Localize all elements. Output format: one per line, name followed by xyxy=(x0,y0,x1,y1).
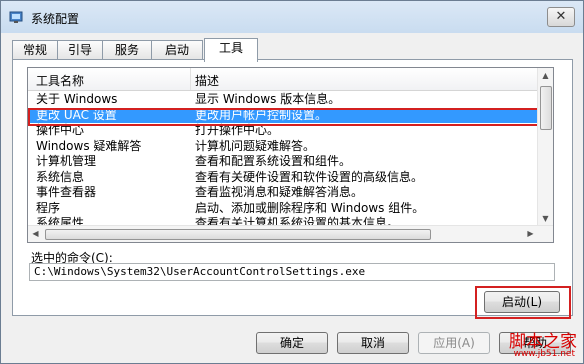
tool-name: 程序 xyxy=(36,200,61,215)
close-button[interactable]: ✕ xyxy=(547,7,575,27)
vertical-scroll-thumb[interactable] xyxy=(540,86,552,130)
vertical-scrollbar[interactable]: ▲ ▼ xyxy=(537,68,553,226)
list-row[interactable]: 事件查看器 查看监视消息和疑难解答消息。 xyxy=(28,185,540,201)
tool-description: 打开操作中心。 xyxy=(195,123,280,137)
list-row-selected[interactable]: 更改 UAC 设置 更改用户帐户控制设置。 xyxy=(28,107,540,123)
tool-description: 更改用户帐户控制设置。 xyxy=(195,107,328,122)
apply-button[interactable]: 应用(A) xyxy=(418,332,490,354)
tool-description: 显示 Windows 版本信息。 xyxy=(195,92,341,106)
tab-services[interactable]: 服务 xyxy=(102,40,152,60)
horizontal-scrollbar[interactable]: ◀ ▶ xyxy=(28,225,553,242)
window-title: 系统配置 xyxy=(31,12,80,26)
ok-button[interactable]: 确定 xyxy=(256,332,328,354)
list-row[interactable]: 关于 Windows 显示 Windows 版本信息。 xyxy=(28,92,540,108)
tools-list[interactable]: 工具名称 描述 关于 Windows 显示 Windows 版本信息。 更改 UA… xyxy=(27,67,554,243)
launch-button[interactable]: 启动(L) xyxy=(484,291,560,313)
tab-tools[interactable]: 工具 xyxy=(204,38,258,62)
tab-startup[interactable]: 启动 xyxy=(151,40,203,60)
tool-name: 事件查看器 xyxy=(36,185,97,199)
site-watermark: 脚本之家 www.jb51.net xyxy=(485,327,577,363)
list-row[interactable]: 程序 启动、添加或删除程序和 Windows 组件。 xyxy=(28,201,540,217)
tab-boot[interactable]: 引导 xyxy=(57,40,103,60)
list-row[interactable]: 操作中心 打开操作中心。 xyxy=(28,123,540,139)
tool-description: 查看有关硬件设置和软件设置的高级信息。 xyxy=(195,169,424,184)
column-header-name[interactable]: 工具名称 xyxy=(36,72,84,89)
list-row[interactable]: 计算机管理 查看和配置系统设置和组件。 xyxy=(28,154,540,170)
tab-general[interactable]: 常规 xyxy=(12,40,58,60)
tool-name: 系统信息 xyxy=(36,169,85,184)
watermark-url: www.jb51.net xyxy=(513,349,575,359)
tool-description: 查看和配置系统设置和组件。 xyxy=(195,154,352,168)
system-config-window: 系统配置 ✕ 常规 引导 服务 启动 工具 工具名称 描述 关于 Windows… xyxy=(0,0,584,364)
tool-name: 关于 Windows xyxy=(36,92,118,106)
selected-command-field[interactable]: C:\Windows\System32\UserAccountControlSe… xyxy=(29,263,555,281)
title-bar[interactable]: 系统配置 ✕ xyxy=(1,1,583,33)
system-config-icon xyxy=(9,11,23,23)
tool-name: 更改 UAC 设置 xyxy=(36,107,117,122)
scroll-down-icon[interactable]: ▼ xyxy=(538,211,553,226)
tool-name: 计算机管理 xyxy=(36,154,97,168)
list-rows: 关于 Windows 显示 Windows 版本信息。 更改 UAC 设置 更改用户… xyxy=(28,92,540,232)
column-header-description[interactable]: 描述 xyxy=(195,72,219,89)
scroll-up-icon[interactable]: ▲ xyxy=(538,68,553,83)
horizontal-scroll-thumb[interactable] xyxy=(45,229,431,240)
column-divider[interactable] xyxy=(190,68,191,90)
scroll-right-icon[interactable]: ▶ xyxy=(523,226,538,242)
tool-description: 启动、添加或删除程序和 Windows 组件。 xyxy=(195,200,425,215)
tool-name: 操作中心 xyxy=(36,123,85,137)
list-row[interactable]: Windows 疑难解答 计算机问题疑难解答。 xyxy=(28,139,540,155)
scroll-left-icon[interactable]: ◀ xyxy=(28,226,43,242)
tool-description: 计算机问题疑难解答。 xyxy=(195,138,316,153)
list-row[interactable]: 系统信息 查看有关硬件设置和软件设置的高级信息。 xyxy=(28,170,540,186)
list-header: 工具名称 描述 xyxy=(28,68,540,91)
tool-name: Windows 疑难解答 xyxy=(36,138,142,153)
cancel-button[interactable]: 取消 xyxy=(337,332,409,354)
tool-description: 查看监视消息和疑难解答消息。 xyxy=(195,185,364,199)
